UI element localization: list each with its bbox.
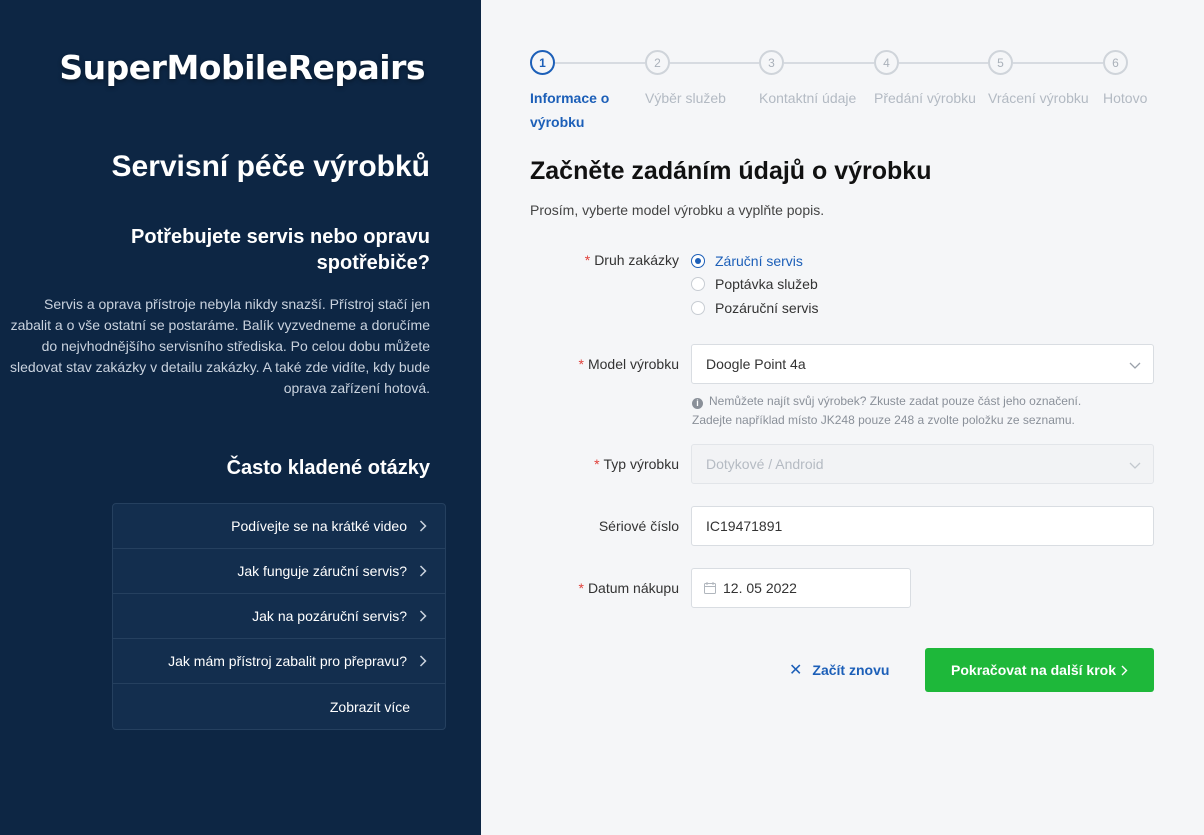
radio-service-inquiry[interactable]: Poptávka služeb <box>691 273 818 297</box>
step-number: 6 <box>1103 50 1128 75</box>
order-type-radio-group: Záruční servis Poptávka služeb Pozáruční… <box>691 249 818 320</box>
chevron-down-icon <box>1129 458 1141 474</box>
purchase-date-value: 12. 05 2022 <box>723 580 797 596</box>
step-product-info[interactable]: 1 Informace o výrobku <box>530 50 609 130</box>
next-step-button[interactable]: Pokračovat na další krok <box>925 648 1154 692</box>
required-marker: * <box>594 456 600 472</box>
serial-number-field[interactable] <box>691 506 1154 546</box>
step-label: Předání výrobku <box>874 90 976 106</box>
reset-label: Začít znovu <box>812 662 890 678</box>
chevron-right-icon <box>415 610 431 622</box>
step-services[interactable]: 2 Výběr služeb <box>645 50 726 106</box>
purchase-date-label: * Datum nákupu <box>578 580 679 596</box>
form-title: Začněte zadáním údajů o výrobku <box>530 157 932 185</box>
step-label: Informace o výrobku <box>530 90 610 130</box>
required-marker: * <box>584 252 591 268</box>
chevron-right-icon <box>415 565 431 577</box>
model-label: * Model výrobku <box>578 356 680 372</box>
form-subtitle: Prosím, vyberte model výrobku a vyplňte … <box>530 202 825 218</box>
radio-label: Záruční servis <box>715 252 803 269</box>
step-connector <box>670 62 759 64</box>
radio-dot[interactable] <box>691 277 705 292</box>
radio-label: Pozáruční servis <box>715 299 819 316</box>
faq-item-label: Jak mám přístroj zabalit pro přepravu? <box>168 653 407 669</box>
step-contact[interactable]: 3 Kontaktní údaje <box>759 50 856 106</box>
model-hint: i Nemůžete najít svůj výrobek? Zkuste zad… <box>692 394 1082 427</box>
chevron-down-icon <box>1129 358 1141 374</box>
step-connector <box>784 62 874 64</box>
product-type-value: Dotykové / Android <box>706 456 824 472</box>
faq-title: Často kladené otázky <box>226 457 430 479</box>
chevron-right-icon <box>415 520 431 532</box>
sidebar-description: Servis a oprava přístroje nebyla nikdy s… <box>10 296 430 396</box>
step-number: 4 <box>874 50 899 75</box>
step-return[interactable]: 5 Vrácení výrobku <box>988 50 1089 106</box>
radio-post-warranty-service[interactable]: Pozáruční servis <box>691 296 818 320</box>
brand-logo[interactable]: SuperMobileRepairs <box>59 48 425 87</box>
model-select-value: Doogle Point 4a <box>706 356 806 372</box>
step-done[interactable]: 6 Hotovo <box>1103 50 1147 106</box>
close-icon: ✕ <box>789 662 803 679</box>
faq-item-label: Jak funguje záruční servis? <box>237 563 407 579</box>
next-step-label: Pokračovat na další krok <box>951 662 1116 678</box>
faq-item-post-warranty[interactable]: Jak na pozáruční servis? <box>113 594 445 639</box>
faq-show-more-label: Zobrazit více <box>329 698 410 715</box>
radio-dot[interactable] <box>691 253 705 268</box>
step-handover[interactable]: 4 Předání výrobku <box>874 50 976 106</box>
sidebar-title: Servisní péče výrobků <box>111 150 431 183</box>
model-select[interactable]: Doogle Point 4a <box>691 344 1154 384</box>
faq-item-label: Jak na pozáruční servis? <box>252 608 407 624</box>
product-type-select: Dotykové / Android <box>691 444 1154 484</box>
purchase-date-picker[interactable]: 12. 05 2022 <box>691 568 911 608</box>
step-label: Hotovo <box>1103 90 1148 106</box>
faq-item-warranty[interactable]: Jak funguje záruční servis? <box>113 549 445 594</box>
product-type-label: * Typ výrobku <box>594 456 679 472</box>
calendar-icon <box>704 582 716 594</box>
radio-dot[interactable] <box>691 300 705 315</box>
step-number: 2 <box>645 50 670 75</box>
step-connector <box>555 62 645 64</box>
serial-number-input[interactable] <box>706 518 1139 534</box>
sidebar-subtitle: Potřebujete servis nebo opravu spotřebič… <box>131 226 430 274</box>
faq-item-video[interactable]: Podívejte se na krátké video <box>113 504 445 549</box>
order-type-label: * Druh zakázky <box>584 252 679 268</box>
faq-list: Podívejte se na krátké video Jak funguje… <box>112 503 446 730</box>
form-panel: 1 Informace o výrobku 2 Výběr služeb 3 K… <box>481 0 1204 835</box>
step-connector <box>899 62 988 64</box>
chevron-right-icon <box>415 655 431 667</box>
faq-item-packaging[interactable]: Jak mám přístroj zabalit pro přepravu? <box>113 639 445 684</box>
serial-number-label: Sériové číslo <box>598 518 679 534</box>
info-icon: i <box>692 398 703 409</box>
faq-item-label: Podívejte se na krátké video <box>231 518 407 534</box>
step-label: Kontaktní údaje <box>759 90 857 106</box>
step-number: 5 <box>988 50 1013 75</box>
step-connector <box>1013 62 1103 64</box>
radio-warranty-service[interactable]: Záruční servis <box>691 249 818 273</box>
step-number: 1 <box>530 50 555 75</box>
step-label: Výběr služeb <box>645 90 726 106</box>
required-marker: * <box>578 580 584 596</box>
stepper: 1 Informace o výrobku 2 Výběr služeb 3 K… <box>530 50 1170 130</box>
info-sidebar: SuperMobileRepairs Servisní péče výrobků… <box>0 0 481 835</box>
required-marker: * <box>578 356 584 372</box>
reset-button[interactable]: ✕ Začít znovu <box>789 660 889 680</box>
step-number: 3 <box>759 50 784 75</box>
radio-label: Poptávka služeb <box>715 276 818 293</box>
faq-show-more[interactable]: Zobrazit více <box>113 684 445 729</box>
chevron-right-icon <box>1121 665 1128 676</box>
step-label: Vrácení výrobku <box>988 90 1089 106</box>
